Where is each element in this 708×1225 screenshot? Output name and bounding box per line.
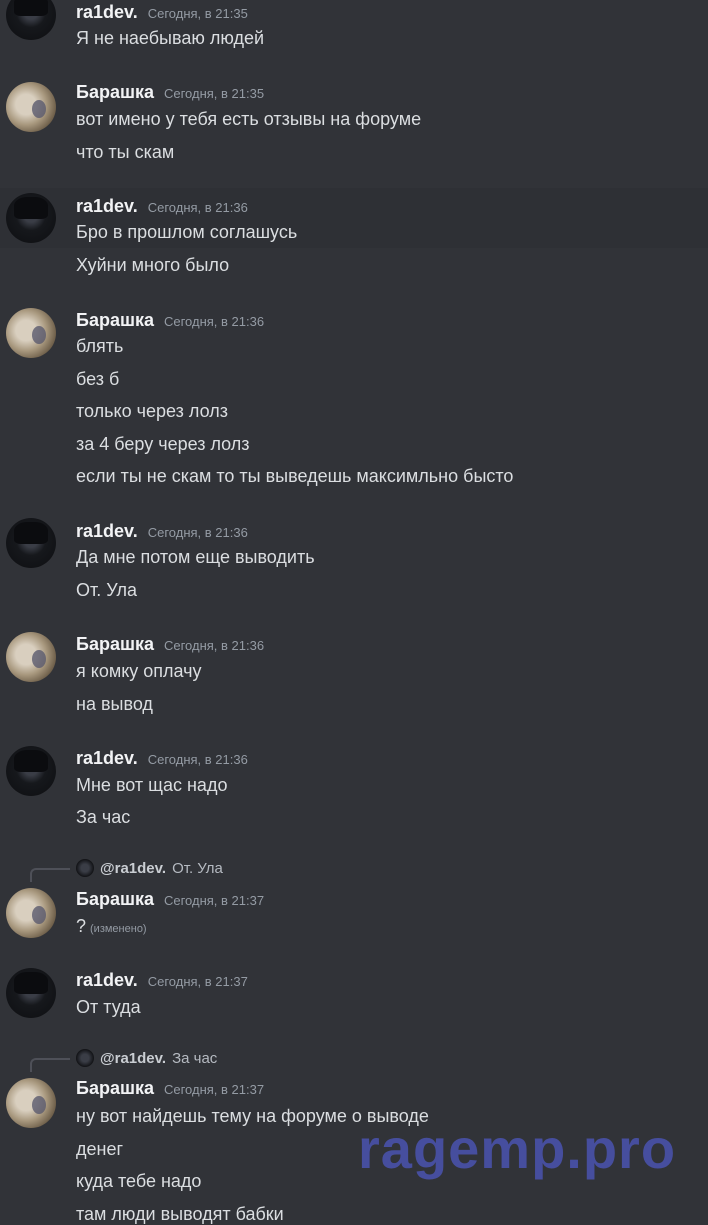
message-text: денег [76,1139,124,1159]
reply-avatar-icon [76,1049,94,1067]
message-text: блять [76,336,124,356]
message-text: От туда [76,997,141,1017]
message-text: за 4 беру через лолз [76,434,250,454]
reply-connector [30,868,70,882]
message-header: Барашка Сегодня, в 21:35 [76,82,264,103]
message-header: Барашка Сегодня, в 21:37 [76,889,264,910]
message-text: ? (изменено) [76,916,147,937]
message-header: ra1dev. Сегодня, в 21:36 [76,521,248,542]
timestamp: Сегодня, в 21:37 [163,1082,265,1097]
author-name[interactable]: Барашка [76,634,154,655]
message-text: Да мне потом еще выводить [76,547,315,567]
watermark: ragemp.pro [358,1117,677,1180]
message-text: куда тебе надо [76,1171,202,1191]
reply-author[interactable]: @ra1dev. [100,1050,166,1067]
message-header: ra1dev. Сегодня, в 21:36 [76,196,248,217]
author-name[interactable]: ra1dev. [76,970,138,991]
timestamp: Сегодня, в 21:36 [147,525,248,540]
timestamp: Сегодня, в 21:36 [163,638,265,653]
message-text: там люди выводят бабки [76,1204,284,1224]
message-text: Мне вот щас надо [76,775,228,795]
message-text-content: ? [76,916,87,936]
timestamp: Сегодня, в 21:36 [163,314,265,329]
avatar-barashka[interactable] [6,82,56,132]
avatar-ra1dev[interactable] [6,193,56,243]
avatar-barashka[interactable] [6,1078,56,1128]
message-text: я комку оплачу [76,661,202,681]
avatar-barashka[interactable] [6,632,56,682]
message-header: ra1dev. Сегодня, в 21:37 [76,970,248,991]
message-header: Барашка Сегодня, в 21:36 [76,634,264,655]
message-text: За час [76,807,131,827]
avatar-ra1dev[interactable] [6,518,56,568]
message-text: без б [76,369,120,389]
reply-author[interactable]: @ra1dev. [100,860,166,877]
reply-text[interactable]: За час [172,1050,217,1067]
timestamp: Сегодня, в 21:37 [147,974,248,989]
message-text: вот имено у тебя есть отзывы на форуме [76,109,422,129]
avatar-ra1dev[interactable] [6,0,56,40]
timestamp: Сегодня, в 21:37 [163,893,265,908]
message-text: на вывод [76,694,153,714]
author-name[interactable]: ra1dev. [76,748,138,769]
author-name[interactable]: ra1dev. [76,2,138,23]
message-text: Хуйни много было [76,255,230,275]
author-name[interactable]: ra1dev. [76,521,138,542]
timestamp: Сегодня, в 21:36 [147,200,248,215]
message-text: только через лолз [76,401,228,421]
message-text: От. Ула [76,580,137,600]
author-name[interactable]: Барашка [76,1078,154,1099]
reply-connector [30,1058,70,1072]
timestamp: Сегодня, в 21:35 [147,6,248,21]
avatar-ra1dev[interactable] [6,968,56,1018]
message-header: Барашка Сегодня, в 21:36 [76,310,264,331]
author-name[interactable]: Барашка [76,82,154,103]
message-text: если ты не скам то ты выведешь максимльн… [76,466,514,486]
avatar-ra1dev[interactable] [6,746,56,796]
message-text: Я не наебываю людей [76,28,265,48]
message-header: Барашка Сегодня, в 21:37 [76,1078,264,1099]
avatar-barashka[interactable] [6,888,56,938]
edited-label: (изменено) [90,923,147,935]
reply-preview[interactable]: @ra1dev. От. Ула [76,859,223,877]
timestamp: Сегодня, в 21:36 [147,752,248,767]
timestamp: Сегодня, в 21:35 [163,86,265,101]
reply-avatar-icon [76,859,94,877]
author-name[interactable]: Барашка [76,310,154,331]
reply-text[interactable]: От. Ула [172,860,223,877]
message-text: что ты скам [76,142,175,162]
message-header: ra1dev. Сегодня, в 21:36 [76,748,248,769]
author-name[interactable]: ra1dev. [76,196,138,217]
message-text: Бро в прошлом соглашусь [76,222,298,242]
reply-preview[interactable]: @ra1dev. За час [76,1049,217,1067]
avatar-barashka[interactable] [6,308,56,358]
author-name[interactable]: Барашка [76,889,154,910]
message-header: ra1dev. Сегодня, в 21:35 [76,2,248,23]
